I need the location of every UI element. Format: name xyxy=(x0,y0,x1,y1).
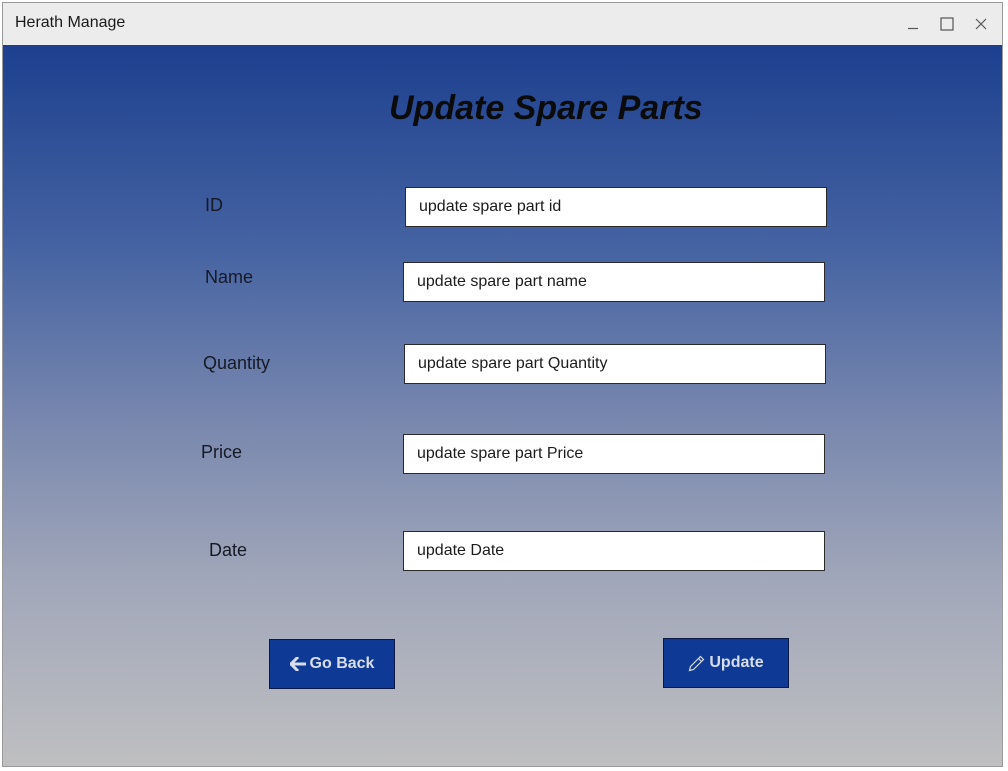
price-input[interactable] xyxy=(403,434,825,474)
id-input[interactable] xyxy=(405,187,827,227)
name-label: Name xyxy=(205,267,254,287)
id-label: ID xyxy=(205,195,223,215)
app-window: Herath Manage Update Spare Parts ID Name… xyxy=(2,2,1003,767)
maximize-icon xyxy=(940,17,954,31)
minimize-icon xyxy=(907,18,919,30)
minimize-button[interactable] xyxy=(896,3,930,45)
name-input[interactable] xyxy=(403,262,825,302)
quantity-input[interactable] xyxy=(404,344,826,384)
page-title: Update Spare Parts xyxy=(389,89,703,127)
title-bar[interactable]: Herath Manage xyxy=(3,3,1002,45)
close-button[interactable] xyxy=(964,3,998,45)
maximize-button[interactable] xyxy=(930,3,964,45)
date-label: Date xyxy=(209,540,248,560)
go-back-button[interactable]: Go Back xyxy=(269,639,395,689)
pencil-icon xyxy=(688,655,705,672)
update-label: Update xyxy=(709,654,764,671)
update-button[interactable]: Update xyxy=(663,638,789,688)
quantity-label: Quantity xyxy=(203,353,271,373)
date-input[interactable] xyxy=(403,531,825,571)
arrow-left-icon xyxy=(289,657,306,671)
close-icon xyxy=(975,18,987,30)
window-title: Herath Manage xyxy=(15,14,126,31)
price-label: Price xyxy=(201,442,243,462)
form-panel: Update Spare Parts ID Name Quantity Pric… xyxy=(3,45,1002,766)
go-back-label: Go Back xyxy=(309,655,375,672)
